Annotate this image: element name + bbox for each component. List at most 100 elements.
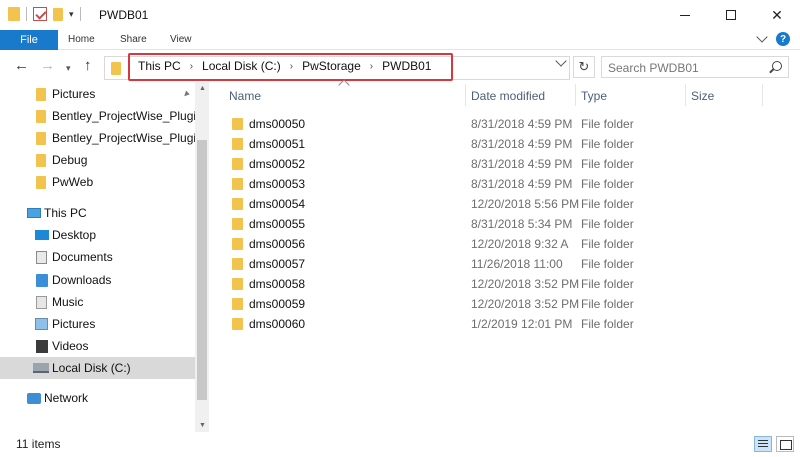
tab-share[interactable]: Share <box>120 34 147 45</box>
folder-icon <box>232 318 243 330</box>
sidebar-item-pictures[interactable]: Pictures <box>0 313 195 335</box>
folder-icon <box>232 218 243 230</box>
folder-icon <box>232 258 243 270</box>
column-divider[interactable] <box>762 84 763 106</box>
sidebar-item-label: Local Disk (C:) <box>52 361 131 375</box>
column-divider[interactable] <box>575 84 576 106</box>
file-name: dms00055 <box>249 217 306 231</box>
scroll-up-icon[interactable]: ▲ <box>199 85 206 92</box>
music-icon <box>36 295 47 309</box>
sidebar-item-label: Pictures <box>52 317 96 331</box>
network-icon <box>27 392 41 404</box>
folder-icon <box>111 62 121 75</box>
tab-home[interactable]: Home <box>68 34 95 45</box>
column-divider[interactable] <box>465 84 466 106</box>
back-arrow-icon[interactable]: ← <box>14 58 29 74</box>
tab-view[interactable]: View <box>170 34 192 45</box>
sidebar-item-debug[interactable]: Debug <box>0 149 195 171</box>
table-row[interactable]: dms00051 8/31/2018 4:59 PM File folder <box>215 134 675 154</box>
nav-pane-scrollbar[interactable]: ▲ ▼ <box>195 82 209 432</box>
sidebar-item-documents[interactable]: Documents <box>0 246 195 268</box>
maximize-button[interactable] <box>708 0 754 30</box>
sidebar-item-network[interactable]: Network <box>0 387 195 409</box>
table-row[interactable]: dms00056 12/20/2018 9:32 A File folder <box>215 234 675 254</box>
close-button[interactable]: ✕ <box>754 0 800 30</box>
sidebar-item-desktop[interactable]: Desktop <box>0 224 195 246</box>
sidebar-item-local-disk[interactable]: Local Disk (C:) <box>0 357 195 379</box>
column-header-name[interactable]: Name <box>229 89 261 103</box>
file-type: File folder <box>581 317 634 331</box>
folder-icon <box>232 298 243 310</box>
file-name: dms00060 <box>249 317 306 331</box>
scroll-down-icon[interactable]: ▼ <box>199 422 206 429</box>
refresh-button[interactable]: ↻ <box>573 56 595 78</box>
file-date: 8/31/2018 4:59 PM <box>471 157 573 171</box>
recent-locations-chevron-icon[interactable]: ▾ <box>66 60 71 76</box>
table-row[interactable]: dms00050 8/31/2018 4:59 PM File folder <box>215 114 675 134</box>
refresh-icon: ↻ <box>578 59 590 74</box>
folder-icon[interactable] <box>8 7 20 21</box>
sidebar-item-label: Bentley_ProjectWise_Plugin <box>52 109 195 123</box>
sidebar-item-label: Music <box>52 295 84 309</box>
file-date: 8/31/2018 4:59 PM <box>471 177 573 191</box>
customize-toolbar-dropdown-icon[interactable]: ▾ <box>69 9 74 20</box>
file-name: dms00056 <box>249 237 306 251</box>
table-row[interactable]: dms00052 8/31/2018 4:59 PM File folder <box>215 154 675 174</box>
search-input[interactable]: Search PWDB01 <box>601 56 789 78</box>
column-header-date-modified[interactable]: Date modified <box>471 89 545 103</box>
item-count: 11 items <box>16 437 61 451</box>
folder-icon <box>232 138 243 150</box>
new-folder-icon[interactable] <box>53 7 63 21</box>
sidebar-item-this-pc[interactable]: This PC <box>0 202 195 224</box>
sidebar-item-music[interactable]: Music <box>0 291 195 313</box>
sidebar-item-pwweb[interactable]: PwWeb <box>0 171 195 193</box>
file-type: File folder <box>581 117 634 131</box>
file-name: dms00054 <box>249 197 306 211</box>
folder-icon <box>36 175 46 189</box>
quick-access-toolbar: ▾ <box>8 7 81 21</box>
help-icon[interactable]: ? <box>776 32 790 46</box>
desktop-icon <box>35 230 49 240</box>
minimize-button[interactable] <box>662 0 708 30</box>
file-name: dms00050 <box>249 117 306 131</box>
search-icon[interactable] <box>772 61 782 71</box>
table-row[interactable]: dms00055 8/31/2018 5:34 PM File folder <box>215 214 675 234</box>
table-row[interactable]: dms00059 12/20/2018 3:52 PM File folder <box>215 294 675 314</box>
properties-icon[interactable] <box>33 7 47 21</box>
table-row[interactable]: dms00058 12/20/2018 3:52 PM File folder <box>215 274 675 294</box>
file-type: File folder <box>581 277 634 291</box>
column-header-type[interactable]: Type <box>581 89 607 103</box>
sidebar-item-bentley-plugin-c[interactable]: Bentley_ProjectWise_Plugin_C <box>0 127 195 149</box>
table-row[interactable]: dms00060 1/2/2019 12:01 PM File folder <box>215 314 675 334</box>
sidebar-item-label: Bentley_ProjectWise_Plugin_C <box>52 131 195 145</box>
expand-ribbon-icon[interactable] <box>756 31 768 43</box>
toolbar-divider <box>79 7 81 21</box>
sidebar-item-label: PwWeb <box>52 175 94 189</box>
sidebar-item-bentley-plugin[interactable]: Bentley_ProjectWise_Plugin <box>0 105 195 127</box>
folder-icon <box>36 87 46 101</box>
pictures-icon <box>35 318 48 330</box>
tab-file[interactable]: File <box>0 30 58 50</box>
sidebar-item-label: Downloads <box>52 273 112 287</box>
title-bar: ▾ PWDB01 ✕ <box>0 0 800 30</box>
table-row[interactable]: dms00054 12/20/2018 5:56 PM File folder <box>215 194 675 214</box>
forward-arrow-icon[interactable]: → <box>40 58 55 74</box>
column-header-size[interactable]: Size <box>691 89 714 103</box>
pin-icon[interactable]: ▼ <box>180 87 193 100</box>
file-name: dms00052 <box>249 157 306 171</box>
file-date: 11/26/2018 11:00 <box>471 257 563 271</box>
file-type: File folder <box>581 137 634 151</box>
scrollbar-thumb[interactable] <box>197 140 207 400</box>
sidebar-item-label: Pictures <box>52 87 96 101</box>
column-divider[interactable] <box>685 84 686 106</box>
table-row[interactable]: dms00053 8/31/2018 4:59 PM File folder <box>215 174 675 194</box>
sidebar-item-downloads[interactable]: Downloads <box>0 269 195 291</box>
up-arrow-icon[interactable]: ↑ <box>84 58 92 74</box>
sidebar-item-pictures-quick[interactable]: Pictures ▼ <box>0 83 195 105</box>
file-type: File folder <box>581 237 634 251</box>
sidebar-item-videos[interactable]: Videos <box>0 335 195 357</box>
close-icon: ✕ <box>771 6 783 23</box>
large-icons-view-icon[interactable] <box>776 436 794 452</box>
table-row[interactable]: dms00057 11/26/2018 11:00 File folder <box>215 254 675 274</box>
details-view-icon[interactable] <box>754 436 772 452</box>
